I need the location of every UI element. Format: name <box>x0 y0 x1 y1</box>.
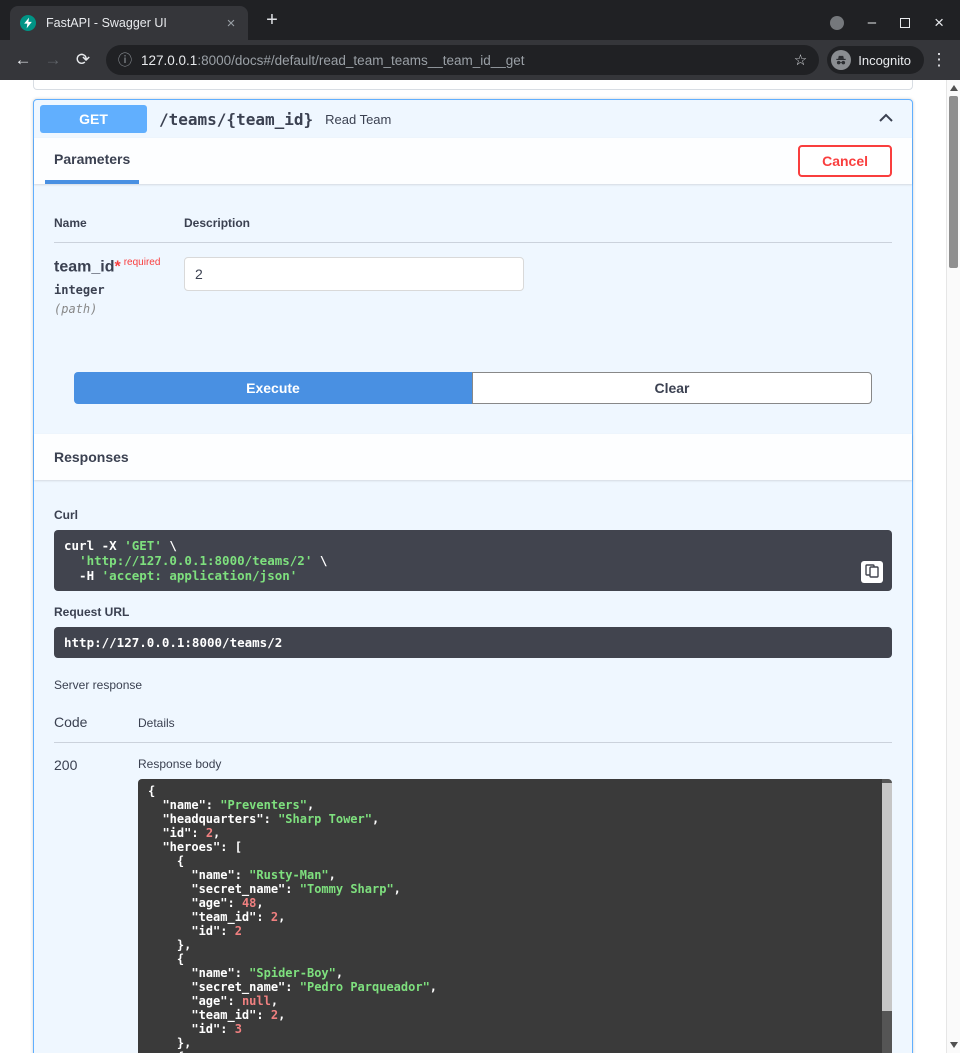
parameter-type: integer <box>54 283 184 297</box>
incognito-label: Incognito <box>858 53 911 68</box>
curl-label: Curl <box>54 508 892 522</box>
parameter-location: (path) <box>54 302 184 316</box>
back-icon[interactable]: ← <box>8 50 38 70</box>
previous-block-edge <box>33 80 913 90</box>
response-table-head: Code Details <box>54 704 892 743</box>
response-code-header: Code <box>54 704 138 742</box>
operation-block: GET /teams/{team_id} Read Team Parameter… <box>33 99 913 1053</box>
response-row: 200 Response body { "name": "Preventers"… <box>54 743 892 1053</box>
response-status-code: 200 <box>54 743 138 1053</box>
parameter-name: team_id*required <box>54 257 184 276</box>
close-button[interactable]: × <box>934 17 944 29</box>
minimize-button[interactable]: – <box>868 18 876 28</box>
incognito-badge: Incognito <box>827 46 924 74</box>
page-content: GET /teams/{team_id} Read Team Parameter… <box>0 80 946 1053</box>
parameters-table-head: Name Description <box>54 204 892 243</box>
copy-icon <box>865 564 879 581</box>
response-body-label: Response body <box>138 757 892 771</box>
method-badge: GET <box>40 105 147 133</box>
scrollbar-down-arrow-icon[interactable] <box>950 1042 958 1048</box>
browser-tab[interactable]: FastAPI - Swagger UI × <box>10 6 248 40</box>
parameter-row: team_id*required integer (path) <box>54 243 892 316</box>
response-body-scrollbar[interactable] <box>882 779 892 1053</box>
execute-button[interactable]: Execute <box>74 372 472 404</box>
response-body-scrollbar-thumb[interactable] <box>882 783 892 1011</box>
tab-close-icon[interactable]: × <box>222 15 240 32</box>
browser-window: FastAPI - Swagger UI × + – × ← → ⟳ ⓘ 127… <box>0 0 960 80</box>
url-path: :8000/docs#/default/read_team_teams__tea… <box>197 53 524 68</box>
operation-path: /teams/{team_id} <box>159 110 313 129</box>
reload-icon[interactable]: ⟳ <box>68 50 98 70</box>
operation-summary: Read Team <box>325 112 391 127</box>
new-tab-button[interactable]: + <box>260 9 284 32</box>
browser-status-icon[interactable] <box>830 16 844 30</box>
forward-icon[interactable]: → <box>38 50 68 70</box>
responses-title: Responses <box>54 449 129 465</box>
maximize-button[interactable] <box>900 18 910 28</box>
scrollbar-thumb[interactable] <box>949 96 958 268</box>
kebab-menu-icon[interactable]: ⋮ <box>926 50 952 70</box>
url-host: 127.0.0.1 <box>141 53 197 68</box>
response-body-json: { "name": "Preventers", "headquarters": … <box>138 779 892 1053</box>
page-scrollbar[interactable] <box>946 80 960 1053</box>
responses-header: Responses <box>34 434 912 480</box>
required-label: required <box>124 257 161 268</box>
execute-button-group: Execute Clear <box>54 316 892 424</box>
cancel-button[interactable]: Cancel <box>798 145 892 177</box>
parameter-value-input[interactable] <box>184 257 524 291</box>
chevron-up-icon <box>876 116 896 131</box>
incognito-icon <box>831 50 851 70</box>
window-controls: – × <box>830 16 960 40</box>
tab-strip: FastAPI - Swagger UI × + – × <box>0 0 960 40</box>
url-text[interactable]: 127.0.0.1:8000/docs#/default/read_team_t… <box>141 53 786 68</box>
column-header-description: Description <box>184 204 892 242</box>
navigation-bar: ← → ⟳ ⓘ 127.0.0.1:8000/docs#/default/rea… <box>0 40 960 80</box>
collapse-operation-button[interactable] <box>874 106 898 133</box>
operation-header[interactable]: GET /teams/{team_id} Read Team <box>34 100 912 138</box>
response-body-block: { "name": "Preventers", "headquarters": … <box>138 779 892 1053</box>
column-header-name: Name <box>54 204 184 242</box>
request-url-block: http://127.0.0.1:8000/teams/2 <box>54 627 892 658</box>
page-info-icon[interactable]: ⓘ <box>118 50 132 70</box>
fastapi-favicon-icon <box>20 15 36 31</box>
parameters-table: Name Description team_id*required intege… <box>34 184 912 424</box>
omnibox[interactable]: ⓘ 127.0.0.1:8000/docs#/default/read_team… <box>106 45 819 75</box>
request-url-label: Request URL <box>54 605 892 619</box>
server-response-label: Server response <box>54 678 892 692</box>
copy-to-clipboard-button[interactable] <box>861 561 883 583</box>
parameters-header: Parameters Cancel <box>34 138 912 184</box>
responses-section: Curl curl -X 'GET' \ 'http://127.0.0.1:8… <box>34 480 912 1053</box>
tab-title: FastAPI - Swagger UI <box>46 16 222 30</box>
curl-block: curl -X 'GET' \ 'http://127.0.0.1:8000/t… <box>54 530 892 591</box>
scrollbar-up-arrow-icon[interactable] <box>950 85 958 91</box>
response-details-header: Details <box>138 704 892 742</box>
clear-button[interactable]: Clear <box>472 372 872 404</box>
tab-parameters[interactable]: Parameters <box>45 138 139 184</box>
required-asterisk: * <box>114 258 120 275</box>
bookmark-star-icon[interactable]: ☆ <box>794 51 807 69</box>
curl-command: curl -X 'GET' \ 'http://127.0.0.1:8000/t… <box>64 538 852 583</box>
